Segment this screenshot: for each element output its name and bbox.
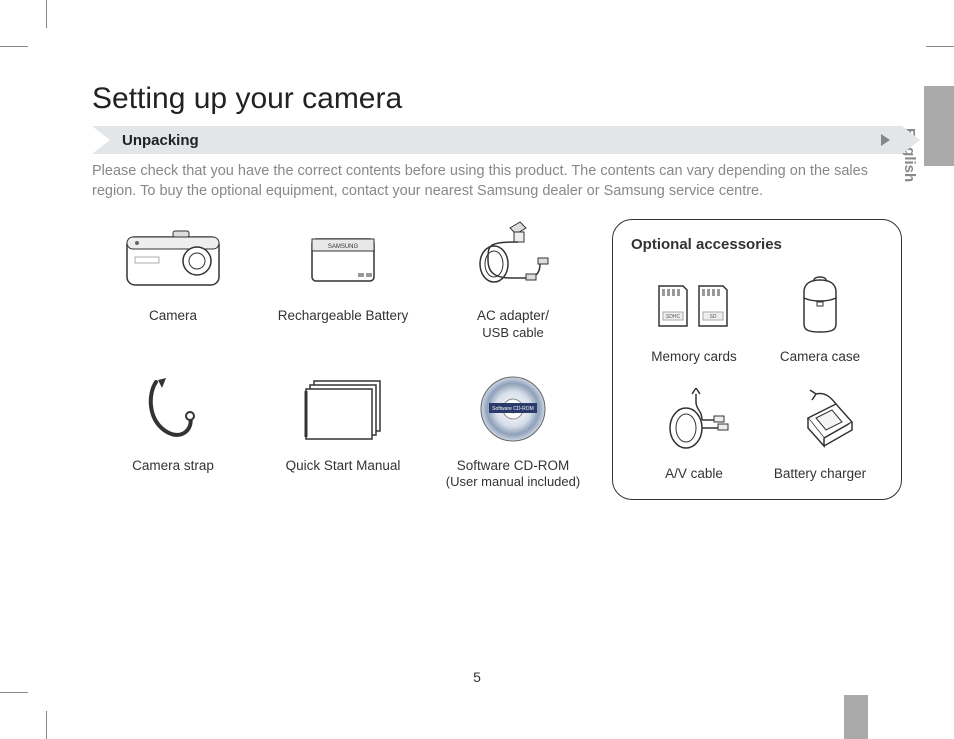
item-battery: SAMSUNG Rechargeable Battery [262,219,424,351]
item-sub-label: (User manual included) [446,474,580,489]
camera-case-icon [788,271,852,341]
page-number: 5 [473,669,481,685]
section-header: Unpacking [92,126,902,154]
item-cdrom: Software CD-ROM Software CD-ROM (User ma… [432,369,594,501]
optional-grid: SDHC SD Memory cards [631,271,883,481]
camera-icon [125,219,221,299]
footer-tab [844,695,868,739]
item-manual: Quick Start Manual [262,369,424,501]
side-tab [924,86,954,166]
arrow-right-icon [881,134,890,146]
item-label: Camera [149,307,197,325]
opt-label: A/V cable [665,466,723,481]
crop-mark [0,46,28,47]
included-grid: Camera SAMSUNG Rechargeable Battery [92,219,594,500]
item-label: Software CD-ROM [457,457,570,475]
item-label: AC adapter/ [477,307,549,325]
battery-charger-icon [780,388,860,458]
section-label: Unpacking [122,132,199,149]
item-label: Quick Start Manual [286,457,401,475]
crop-mark [926,46,954,47]
cdrom-icon: Software CD-ROM [477,369,549,449]
svg-text:SD: SD [710,314,717,320]
ac-adapter-icon [468,219,558,299]
content-row: Camera SAMSUNG Rechargeable Battery [92,219,902,500]
sd-cards-icon: SDHC SD [649,271,739,341]
opt-camera-case: Camera case [757,271,883,364]
opt-battery-charger: Battery charger [757,388,883,481]
strap-icon [138,369,208,449]
page-title: Setting up your camera [92,82,902,116]
svg-text:SDHC: SDHC [666,314,681,320]
crop-mark [46,711,47,739]
item-camera: Camera [92,219,254,351]
intro-text: Please check that you have the correct c… [92,162,902,201]
battery-icon: SAMSUNG [308,219,378,299]
crop-mark [0,692,28,693]
item-sub-label: USB cable [482,325,543,340]
opt-label: Memory cards [651,349,737,364]
crop-mark [46,0,47,28]
opt-label: Camera case [780,349,860,364]
item-strap: Camera strap [92,369,254,501]
opt-label: Battery charger [774,466,866,481]
item-ac-adapter: AC adapter/ USB cable [432,219,594,351]
optional-accessories-box: Optional accessories SDHC SD [612,219,902,500]
opt-av-cable: A/V cable [631,388,757,481]
optional-title: Optional accessories [631,236,883,253]
manual-icon [300,369,386,449]
av-cable-icon [654,388,734,458]
item-label: Camera strap [132,457,214,475]
svg-text:SAMSUNG: SAMSUNG [328,244,359,250]
item-label: Rechargeable Battery [278,307,409,325]
opt-memory-cards: SDHC SD Memory cards [631,271,757,364]
svg-text:Software CD-ROM: Software CD-ROM [492,406,534,412]
